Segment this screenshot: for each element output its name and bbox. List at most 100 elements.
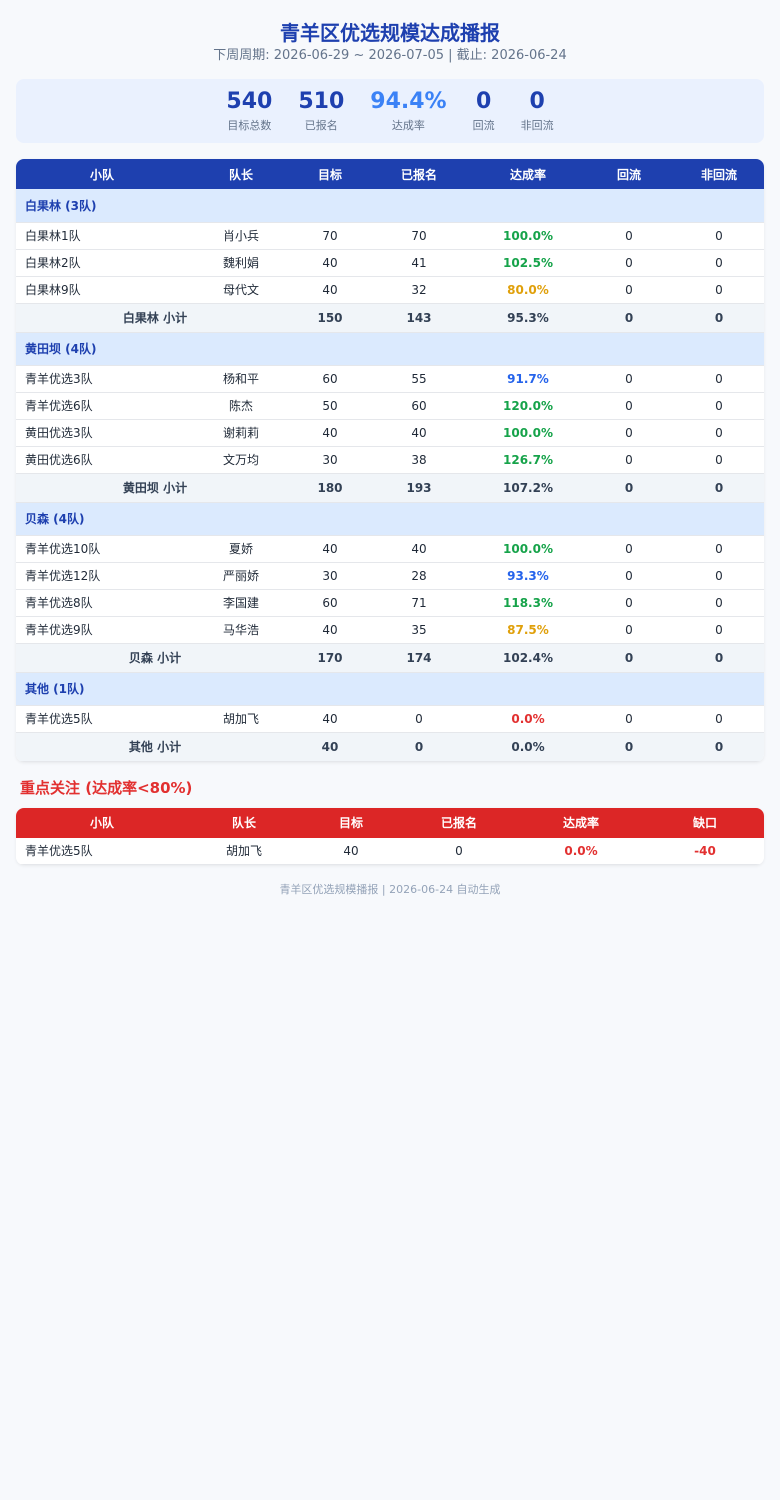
- focus-section-title: 重点关注 (达成率<80%): [20, 778, 193, 797]
- back-value: 0: [584, 365, 674, 393]
- group-header-row: 黄田坝 (4队): [16, 332, 764, 366]
- group-header-row: 白果林 (3队): [16, 189, 764, 223]
- stat-rate: 94.4% 达成率: [357, 89, 459, 133]
- column-header: 非回流: [674, 159, 764, 189]
- signed-value: 55: [366, 365, 472, 393]
- stat-value: 94.4%: [370, 89, 447, 114]
- group-name: 其他 (1队): [16, 672, 764, 706]
- subtotal-label: 其他 小计: [16, 732, 294, 762]
- table-row: 青羊优选8队 李国建 60 71 118.3% 0 0: [16, 589, 764, 617]
- stat-value: 540: [226, 89, 273, 114]
- subtotal-back: 0: [584, 473, 674, 503]
- summary-panel: 540 目标总数 510 已报名 94.4% 达成率 0 回流 0 非回流: [16, 79, 764, 143]
- subtotal-rate: 102.4%: [472, 643, 584, 673]
- nonback-value: 0: [674, 222, 764, 250]
- team-name: 白果林2队: [16, 249, 188, 277]
- target-value: 40: [300, 837, 402, 865]
- nonback-value: 0: [674, 276, 764, 304]
- subtotal-nonback: 0: [674, 643, 764, 673]
- subtotal-rate: 0.0%: [472, 732, 584, 762]
- team-name: 青羊优选6队: [16, 392, 188, 420]
- table-row: 黄田优选3队 谢莉莉 40 40 100.0% 0 0: [16, 419, 764, 447]
- leader-name: 魏利娟: [188, 249, 294, 277]
- rate-value: 91.7%: [472, 365, 584, 393]
- subtotal-back: 0: [584, 732, 674, 762]
- signed-value: 0: [366, 705, 472, 733]
- subtotal-nonback: 0: [674, 303, 764, 333]
- leader-name: 李国建: [188, 589, 294, 617]
- team-name: 青羊优选5队: [16, 837, 188, 865]
- subtotal-label: 黄田坝 小计: [16, 473, 294, 503]
- back-value: 0: [584, 249, 674, 277]
- stat-label: 已报名: [304, 119, 338, 132]
- column-header: 队长: [188, 807, 300, 838]
- target-value: 40: [294, 705, 366, 733]
- subtotal-signed: 174: [366, 643, 472, 673]
- nonback-value: 0: [674, 562, 764, 590]
- subtotal-signed: 0: [366, 732, 472, 762]
- table-row: 青羊优选10队 夏娇 40 40 100.0% 0 0: [16, 535, 764, 563]
- team-name: 青羊优选12队: [16, 562, 188, 590]
- subtotal-label: 贝森 小计: [16, 643, 294, 673]
- leader-name: 谢莉莉: [188, 419, 294, 447]
- leader-name: 母代文: [188, 276, 294, 304]
- target-value: 40: [294, 276, 366, 304]
- table-row: 青羊优选5队 胡加飞 40 0 0.0% 0 0: [16, 705, 764, 733]
- column-header: 缺口: [646, 807, 764, 838]
- target-value: 40: [294, 535, 366, 563]
- main-table: 小队 队长 目标 已报名 达成率 回流 非回流 白果林 (3队) 白果林1队 肖小兵…: [16, 159, 764, 762]
- table-row: 青羊优选9队 马华浩 40 35 87.5% 0 0: [16, 616, 764, 644]
- team-name: 白果林1队: [16, 222, 188, 250]
- rate-value: 100.0%: [472, 535, 584, 563]
- table-header-row: 小队 队长 目标 已报名 达成率 回流 非回流: [16, 159, 764, 189]
- nonback-value: 0: [674, 616, 764, 644]
- team-name: 黄田优选6队: [16, 446, 188, 474]
- rate-value: 100.0%: [472, 419, 584, 447]
- stat-label: 回流: [472, 119, 495, 132]
- table-row: 白果林2队 魏利娟 40 41 102.5% 0 0: [16, 249, 764, 277]
- rate-value: 0.0%: [472, 705, 584, 733]
- rate-value: 126.7%: [472, 446, 584, 474]
- table-row: 黄田优选6队 文万均 30 38 126.7% 0 0: [16, 446, 764, 474]
- nonback-value: 0: [674, 365, 764, 393]
- target-value: 40: [294, 249, 366, 277]
- column-header: 目标: [294, 159, 366, 189]
- rate-value: 93.3%: [472, 562, 584, 590]
- target-value: 30: [294, 446, 366, 474]
- column-header: 目标: [300, 807, 402, 838]
- team-name: 青羊优选3队: [16, 365, 188, 393]
- signed-value: 38: [366, 446, 472, 474]
- table-header-row: 小队 队长 目标 已报名 达成率 缺口: [16, 807, 764, 838]
- stat-value: 510: [298, 89, 345, 114]
- signed-value: 70: [366, 222, 472, 250]
- subtotal-target: 170: [294, 643, 366, 673]
- nonback-value: 0: [674, 589, 764, 617]
- subtotal-row: 其他 小计 40 0 0.0% 0 0: [16, 732, 764, 762]
- rate-value: 118.3%: [472, 589, 584, 617]
- team-name: 青羊优选5队: [16, 705, 188, 733]
- stat-label: 非回流: [520, 119, 554, 132]
- stat-label: 目标总数: [227, 119, 272, 132]
- signed-value: 35: [366, 616, 472, 644]
- main-table-container: 小队 队长 目标 已报名 达成率 回流 非回流 白果林 (3队) 白果林1队 肖小兵…: [16, 159, 764, 762]
- target-value: 60: [294, 365, 366, 393]
- subtotal-back: 0: [584, 643, 674, 673]
- leader-name: 马华浩: [188, 616, 294, 644]
- table-row: 白果林9队 母代文 40 32 80.0% 0 0: [16, 276, 764, 304]
- group-name: 白果林 (3队): [16, 189, 764, 223]
- signed-value: 71: [366, 589, 472, 617]
- back-value: 0: [584, 616, 674, 644]
- stat-signed: 510 已报名: [285, 89, 357, 133]
- subtotal-row: 贝森 小计 170 174 102.4% 0 0: [16, 643, 764, 673]
- rate-value: 0.0%: [516, 837, 646, 865]
- nonback-value: 0: [674, 535, 764, 563]
- back-value: 0: [584, 535, 674, 563]
- nonback-value: 0: [674, 249, 764, 277]
- leader-name: 陈杰: [188, 392, 294, 420]
- signed-value: 32: [366, 276, 472, 304]
- nonback-value: 0: [674, 419, 764, 447]
- focus-table: 小队 队长 目标 已报名 达成率 缺口 青羊优选5队 胡加飞 40 0 0.0% -40: [16, 807, 764, 865]
- target-value: 50: [294, 392, 366, 420]
- rate-value: 80.0%: [472, 276, 584, 304]
- back-value: 0: [584, 276, 674, 304]
